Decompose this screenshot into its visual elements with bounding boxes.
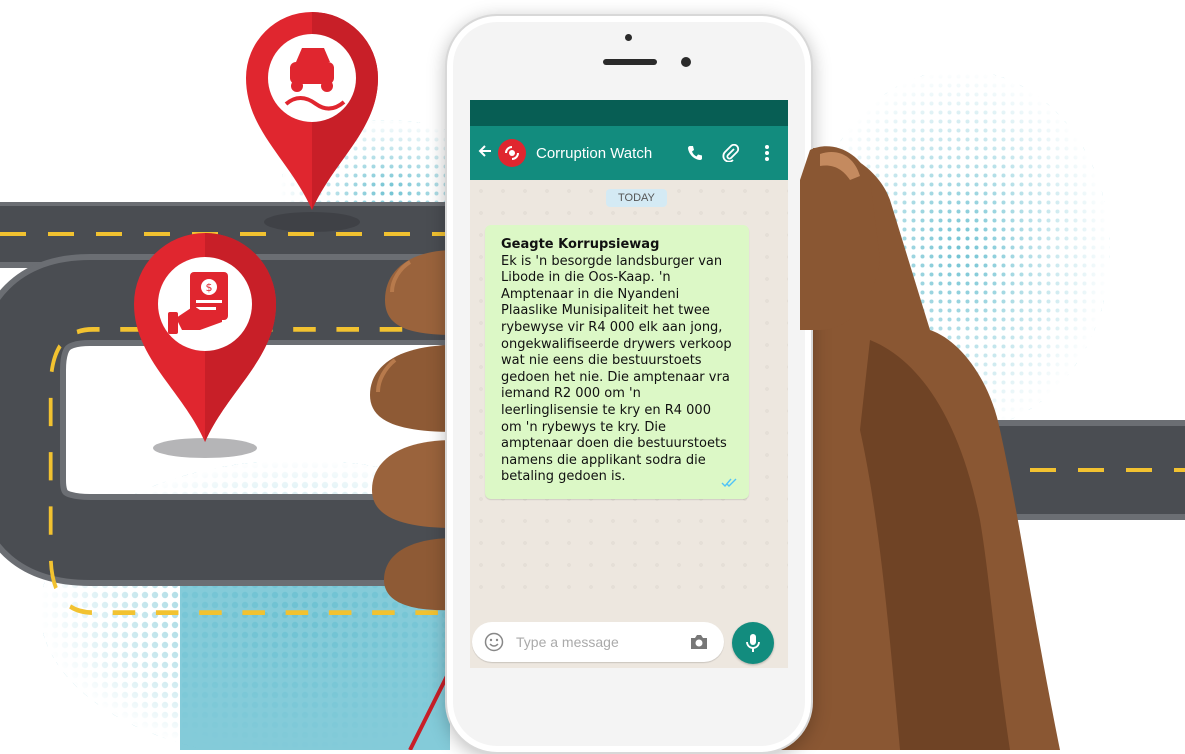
thumb: [800, 146, 880, 330]
chat-header: Corruption Watch: [470, 126, 788, 180]
message-input[interactable]: Type a message: [472, 622, 724, 662]
chat-screen: Corruption Watch TODAY Geagte Korrupsiew…: [470, 100, 788, 668]
earpiece-speaker: [603, 59, 657, 65]
conversation-area[interactable]: TODAY Geagte Korrupsiewag Ek is 'n besor…: [470, 180, 788, 602]
outgoing-message-bubble[interactable]: Geagte Korrupsiewag Ek is 'n besorgde la…: [485, 225, 749, 499]
phone-icon[interactable]: [680, 138, 710, 168]
composer-bar: Type a message: [470, 602, 788, 668]
status-bar: [470, 100, 788, 126]
corruption-watch-logo-icon[interactable]: [498, 139, 526, 167]
proximity-sensor: [625, 34, 632, 41]
message-title: Geagte Korrupsiewag: [501, 237, 660, 252]
front-camera: [681, 57, 691, 67]
more-vert-icon[interactable]: [752, 138, 782, 168]
svg-text:$: $: [206, 281, 213, 294]
microphone-button[interactable]: [732, 622, 774, 664]
smartphone: Corruption Watch TODAY Geagte Korrupsiew…: [445, 14, 813, 754]
contact-name[interactable]: Corruption Watch: [536, 145, 680, 162]
back-arrow-icon[interactable]: [472, 143, 498, 164]
microphone-icon: [746, 634, 760, 652]
date-chip: TODAY: [606, 189, 667, 207]
paperclip-icon[interactable]: [716, 138, 746, 168]
double-check-icon: [721, 476, 737, 493]
camera-icon[interactable]: [686, 629, 712, 655]
smiley-icon[interactable]: [480, 628, 508, 656]
message-body: Ek is 'n besorgde landsburger van Libode…: [501, 253, 732, 485]
message-input-placeholder[interactable]: Type a message: [516, 634, 686, 650]
